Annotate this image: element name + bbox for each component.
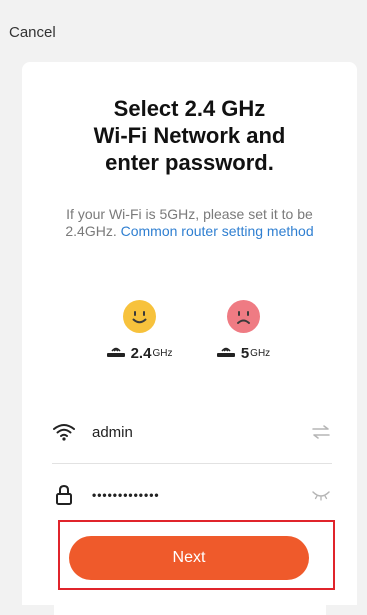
sad-face-icon	[226, 300, 260, 333]
password-value[interactable]: •••••••••••••	[92, 488, 310, 502]
happy-face-icon	[122, 300, 156, 333]
router-setting-link[interactable]: Common router setting method	[121, 223, 314, 239]
bottom-sheet-edge	[54, 605, 326, 615]
lock-icon	[52, 483, 76, 507]
ssid-value[interactable]: admin	[92, 424, 310, 441]
wifi-setup-card: Select 2.4 GHz Wi-Fi Network and enter p…	[22, 62, 357, 605]
router-icon	[106, 344, 126, 362]
band-value: 2.4	[130, 344, 152, 362]
band-value: 5	[240, 344, 250, 362]
page-title: Select 2.4 GHz Wi-Fi Network and enter p…	[22, 95, 357, 176]
switch-network-icon[interactable]	[310, 421, 332, 443]
password-field[interactable]: •••••••••••••	[52, 480, 332, 510]
title-line-3: enter password.	[105, 150, 274, 175]
next-button[interactable]: Next	[69, 536, 309, 580]
wifi-icon	[52, 420, 76, 444]
title-line-2: Wi-Fi Network and	[93, 123, 286, 148]
instruction-text: If your Wi-Fi is 5GHz, please set it to …	[52, 206, 327, 240]
cancel-button[interactable]: Cancel	[9, 24, 56, 41]
band-2-4ghz: 2.4 GHz	[106, 300, 173, 362]
title-line-1: Select 2.4 GHz	[113, 96, 266, 121]
ssid-field[interactable]: admin	[52, 417, 332, 447]
band-unit: GHz	[250, 347, 271, 359]
band-unit: GHz	[152, 347, 173, 359]
field-divider	[52, 463, 332, 464]
router-icon	[216, 344, 236, 362]
band-5ghz: 5 GHz	[213, 300, 273, 362]
eye-closed-icon[interactable]	[310, 484, 332, 506]
